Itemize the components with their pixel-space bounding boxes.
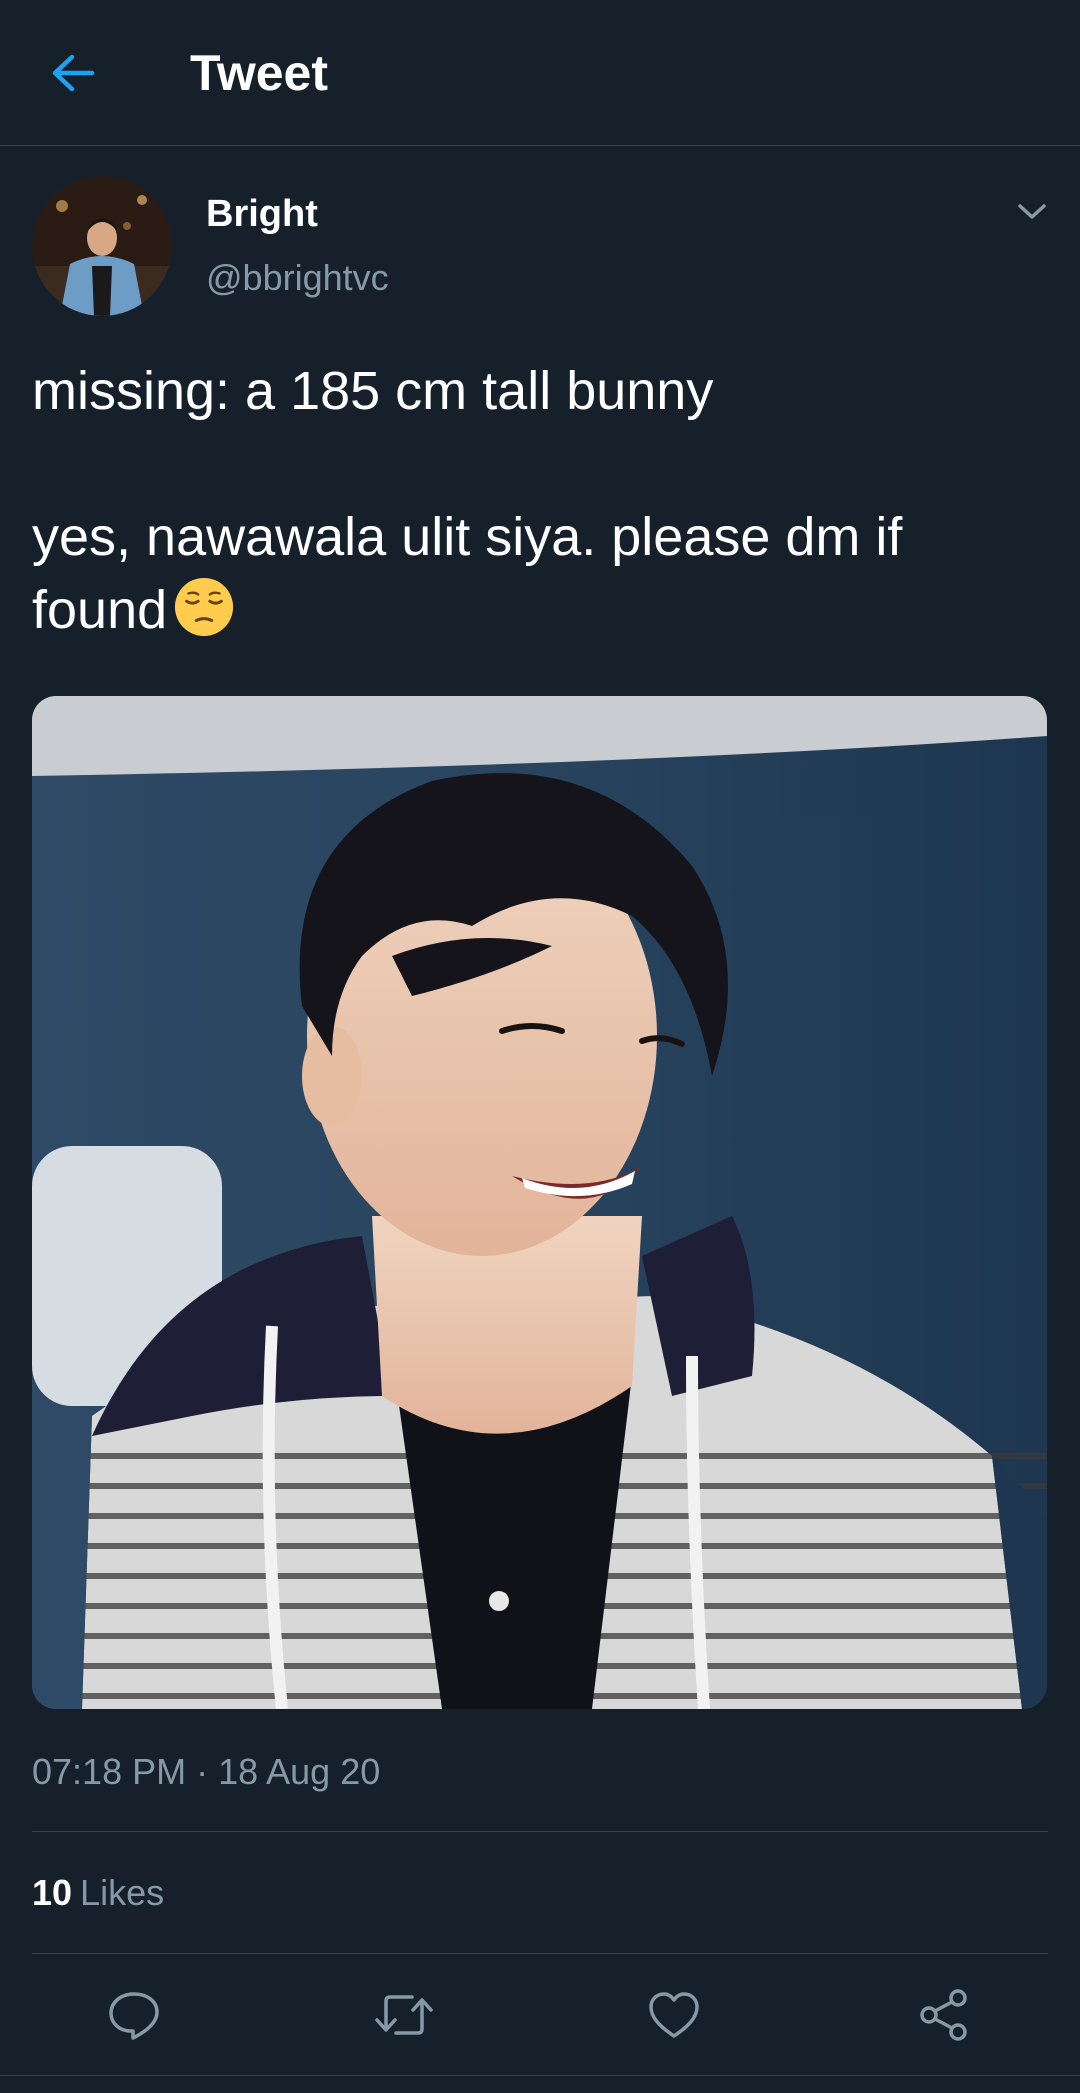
author-handle[interactable]: @bbrightvc [206,256,389,300]
avatar-photo [32,176,172,316]
tweet-line-1: missing: a 185 cm tall bunny [32,361,714,421]
avatar[interactable] [32,176,172,316]
divider [32,1831,1048,1832]
arrow-left-icon [52,54,95,92]
likes-stat[interactable]: 10 Likes [32,1871,164,1915]
heart-icon [649,1992,699,2038]
author-name[interactable]: Bright [206,192,318,236]
tweet-timestamp[interactable]: 07:18 PM · 18 Aug 20 [32,1750,380,1794]
retweet-button[interactable] [374,1985,434,2045]
back-button[interactable] [44,44,102,102]
likes-label: Likes [80,1872,165,1913]
share-icon [920,1989,967,2041]
divider [32,1953,1048,1954]
chevron-down-icon [1018,204,1046,219]
tweet-menu-button[interactable] [1012,194,1052,230]
pensive-face-emoji [175,577,234,637]
tweet-blank-line [32,428,1032,501]
tweet-text: missing: a 185 cm tall bunny yes, nawawa… [32,355,1032,647]
reply-icon [109,1992,159,2040]
share-button[interactable] [914,1985,974,2045]
tweet-photo[interactable] [32,696,1047,1709]
like-button[interactable] [644,1985,704,2045]
tweet-line-2: yes, nawawala ulit siya. please dm if fo… [32,501,1032,647]
page-title: Tweet [190,45,328,101]
divider [0,2075,1080,2076]
reply-button[interactable] [104,1985,164,2045]
tweet-line-2-text: yes, nawawala ulit siya. please dm if fo… [32,507,903,640]
retweet-icon [375,1995,433,2035]
tweet-actions [0,1955,1080,2075]
tweet-author: Bright @bbrightvc [32,176,1052,316]
top-bar: Tweet [0,0,1080,146]
photo-smiling-person [32,696,1047,1709]
likes-count: 10 [32,1872,73,1913]
